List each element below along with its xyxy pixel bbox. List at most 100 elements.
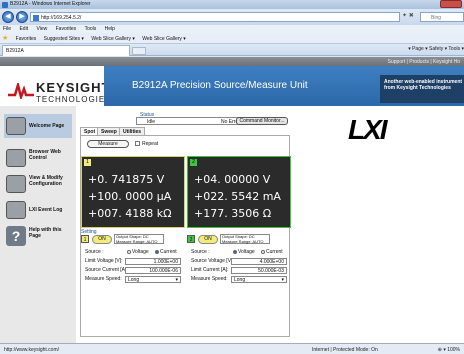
- channel-1-speed-select[interactable]: Long ▾: [125, 276, 181, 283]
- command-bar[interactable]: ▾ Page ▾ Safety ▾ Tools ▾: [408, 46, 464, 52]
- channel-2-resistance: +177. 3506 Ω: [194, 207, 272, 220]
- zoom-control[interactable]: ⊕ ▾ 100%: [438, 347, 460, 353]
- browser-tab[interactable]: B2912A: [2, 45, 130, 56]
- sidebar: Welcome Page Browser Web Control View & …: [0, 106, 76, 343]
- channel-1-on-button[interactable]: ON: [92, 235, 112, 244]
- radio-label: Voltage: [132, 249, 149, 255]
- lxi-logo: LXI: [348, 114, 388, 145]
- channel-2-level-input[interactable]: 4.000E+00: [231, 258, 287, 265]
- menu-file[interactable]: File: [3, 26, 11, 32]
- logo-keysight: KEYSIGHT: [36, 80, 111, 95]
- repeat-checkbox[interactable]: Repeat: [135, 141, 158, 147]
- menu-view[interactable]: View: [36, 26, 47, 32]
- address-bar: ◀ ▶ http://169.254.5.2/ ✦ ✖ Bing: [0, 9, 464, 25]
- channel-2-display: 2 +04. 00000 V +022. 5542 mA +177. 3506 …: [187, 156, 291, 228]
- sidebar-item-label: LXI Event Log: [29, 207, 63, 213]
- page-content: Support | Products | Keysight Ho KEYSIGH…: [0, 57, 464, 343]
- url-text: http://169.254.5.2/: [41, 15, 82, 21]
- sidebar-item-label: Help with this Page: [29, 227, 62, 239]
- channel-2-voltage: +04. 00000 V: [194, 173, 271, 186]
- channel-1-limit-row: Limit Voltage [V]: 1.000E+00: [85, 258, 185, 265]
- sidebar-item-event-log[interactable]: LXI Event Log: [4, 198, 72, 222]
- menu-edit[interactable]: Edit: [19, 26, 28, 32]
- channel-2-badge: 2: [190, 159, 197, 166]
- new-tab-button[interactable]: [132, 47, 146, 55]
- favorites-bar: ★ Favorites Suggested Sites ▾ Web Slice …: [0, 33, 464, 44]
- search-input[interactable]: Bing: [420, 12, 464, 22]
- window-close-button[interactable]: [440, 0, 462, 8]
- chevron-down-icon: ▾: [281, 277, 284, 283]
- tab-utilities[interactable]: Utilities: [119, 127, 146, 135]
- fav-web-slice-gallery-1[interactable]: Web Slice Gallery ▾: [91, 36, 135, 42]
- command-monitor-button[interactable]: Command Monitor...: [236, 117, 288, 125]
- tab-sweep[interactable]: Sweep: [97, 127, 121, 135]
- main-panel: Status Idle No Errors Command Monitor...…: [76, 106, 464, 343]
- repeat-label: Repeat: [142, 141, 159, 147]
- channel-1-voltage: +0. 741875 V: [88, 173, 165, 186]
- channel-2-source-row: Source : Voltage Current: [191, 249, 291, 256]
- support-links[interactable]: Support | Products | Keysight Ho: [388, 59, 460, 65]
- source-label: Source :: [85, 249, 104, 255]
- forward-icon[interactable]: ▶: [16, 11, 28, 23]
- channel-1-source-voltage-radio[interactable]: Voltage: [127, 249, 149, 255]
- sidebar-item-label: View & Modify Configuration: [29, 175, 63, 187]
- channel-1-limit-input[interactable]: 1.000E+00: [125, 258, 181, 265]
- sidebar-item-configuration[interactable]: View & Modify Configuration: [4, 172, 72, 196]
- window-titlebar: B2912A - Windows Internet Explorer: [0, 0, 464, 9]
- menu-help[interactable]: Help: [105, 26, 115, 32]
- channel-2-speed-row: Measure Speed: Long ▾: [191, 276, 291, 283]
- lxi-log-icon: [6, 201, 26, 219]
- refresh-stop-icons[interactable]: ✦ ✖: [402, 12, 414, 19]
- channel-2-level-row: Limit Current [A]: 50.000E-03: [191, 267, 291, 274]
- menu-tools[interactable]: Tools: [85, 26, 97, 32]
- search-placeholder: Bing: [431, 15, 442, 21]
- channel-2-limit-input[interactable]: 50.000E-03: [231, 267, 287, 274]
- channel-1-display: 1 +0. 741875 V +100. 0000 μA +007. 4188 …: [81, 156, 185, 228]
- channel-2-source-current-radio[interactable]: Current: [261, 249, 283, 255]
- sidebar-item-browser-control[interactable]: Browser Web Control: [4, 146, 72, 170]
- speed-label: Measure Speed:: [85, 276, 122, 282]
- support-bar: Support | Products | Keysight Ho: [0, 57, 464, 66]
- logo-area: KEYSIGHT TECHNOLOGIES: [0, 66, 111, 106]
- radio-label: Current: [160, 249, 177, 255]
- sidebar-item-welcome[interactable]: Welcome Page: [4, 114, 72, 138]
- keysight-logo-icon: [8, 83, 34, 99]
- page-icon: [33, 15, 39, 21]
- page-header: B2912A Precision Source/Measure Unit Ano…: [104, 66, 464, 106]
- fav-suggested-sites[interactable]: Suggested Sites ▾: [44, 36, 84, 42]
- channel-1-settings: Setting 1 ON Output Shape: DC Measure Ra…: [81, 229, 185, 337]
- page-title: B2912A Precision Source/Measure Unit: [132, 80, 308, 91]
- status-zone: Internet | Protected Mode: On: [312, 347, 378, 353]
- menu-bar: File Edit View Favorites Tools Help: [0, 25, 464, 33]
- promo-banner[interactable]: Another web-enabled instrument from Keys…: [380, 75, 464, 103]
- radio-label: Current: [266, 249, 283, 255]
- status-value: Idle: [147, 119, 156, 125]
- channel-1-level-input[interactable]: 100.000E-06: [125, 267, 181, 274]
- favorites-button[interactable]: Favorites: [16, 36, 37, 42]
- back-icon[interactable]: ◀: [2, 11, 14, 23]
- measure-button[interactable]: Measure: [87, 140, 129, 148]
- channel-2-speed-select[interactable]: Long ▾: [231, 276, 287, 283]
- channel-2-setting-badge: 2: [187, 235, 195, 243]
- window-title: B2912A - Windows Internet Explorer: [10, 1, 91, 7]
- channel-2-settings: 2 ON Output Shape: DC Measure Range: AUT…: [187, 229, 291, 337]
- channel-2-source-voltage-radio[interactable]: Voltage: [233, 249, 255, 255]
- sidebar-item-help[interactable]: ? Help with this Page: [4, 224, 72, 248]
- favorites-star-icon: ★: [2, 35, 9, 42]
- select-value: Long: [234, 277, 246, 283]
- spot-panel: Measure Repeat 1 +0. 741875 V +100. 0000…: [80, 135, 291, 337]
- radio-icon: [127, 250, 131, 254]
- channel-1-resistance: +007. 4188 kΩ: [88, 207, 172, 220]
- channel-2-on-button[interactable]: ON: [198, 235, 218, 244]
- channel-2-output-info: Output Shape: DC Measure Range: AUTO: [220, 234, 270, 244]
- fav-web-slice-gallery-2[interactable]: Web Slice Gallery ▾: [142, 36, 186, 42]
- menu-favorites[interactable]: Favorites: [56, 26, 77, 32]
- channel-2-current: +022. 5542 mA: [194, 190, 281, 203]
- channel-1-source-current-radio[interactable]: Current: [155, 249, 177, 255]
- radio-icon: [261, 250, 265, 254]
- url-input[interactable]: http://169.254.5.2/: [30, 12, 400, 22]
- channel-1-level-row: Source Current [A]: 100.000E-06: [85, 267, 185, 274]
- level-label: Limit Current [A]:: [191, 267, 229, 273]
- logo-technologies: TECHNOLOGIES: [36, 95, 112, 104]
- channel-1-current: +100. 0000 μA: [88, 190, 172, 203]
